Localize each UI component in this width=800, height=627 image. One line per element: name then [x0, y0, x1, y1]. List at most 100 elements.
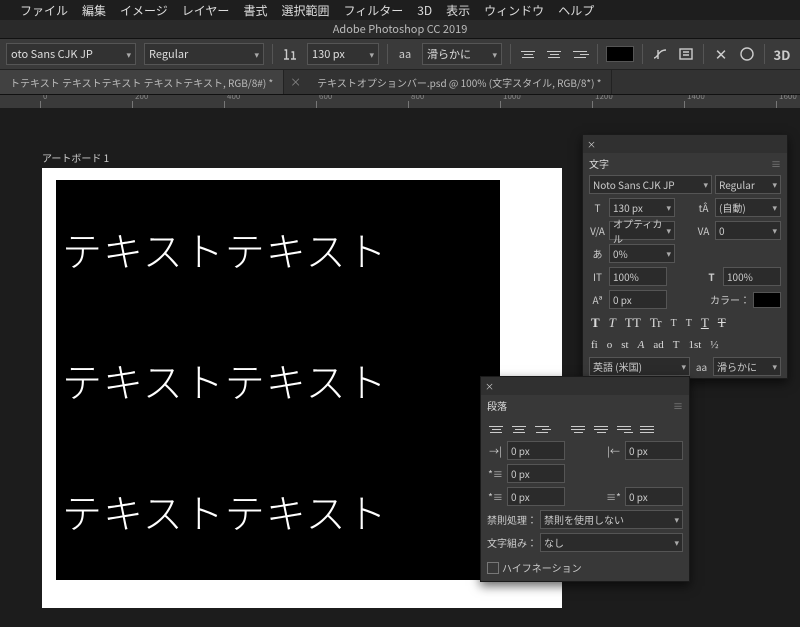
commit-icon[interactable] [738, 45, 756, 63]
separator [510, 44, 511, 64]
faux-bold[interactable]: T [591, 315, 600, 331]
char-tsume[interactable]: 0%▾ [609, 244, 675, 263]
faux-italic[interactable]: T [609, 315, 616, 331]
panel-header[interactable]: × [583, 135, 787, 153]
text-color-swatch[interactable] [606, 46, 634, 62]
font-size-select[interactable]: 130 px▾ [307, 43, 379, 65]
ruler-tick: 1400 [687, 95, 705, 102]
ot-ligatures[interactable]: fi [591, 339, 598, 351]
char-hscale[interactable]: 100% [723, 267, 781, 286]
ruler-tick: 1600 [779, 95, 797, 102]
char-font-style[interactable]: Regular▾ [715, 175, 781, 194]
ot-swash[interactable]: A [638, 339, 645, 351]
kinsoku-select[interactable]: 禁則を使用しない▾ [540, 510, 683, 529]
para-justify-all[interactable] [638, 421, 656, 437]
ot-contextual[interactable]: o [607, 339, 613, 351]
align-left-button[interactable] [519, 46, 537, 62]
menu-window[interactable]: ウィンドウ [484, 2, 544, 19]
para-align-right[interactable] [533, 421, 551, 437]
3d-button[interactable]: 3D [773, 45, 791, 63]
anti-alias-select[interactable]: 滑らかに▾ [422, 43, 502, 65]
panel-header[interactable]: × [481, 377, 689, 395]
all-caps[interactable]: TT [625, 315, 641, 331]
kinsoku-label: 禁則処理： [487, 512, 537, 527]
menu-select[interactable]: 選択範囲 [281, 2, 329, 19]
ot-ordinals[interactable]: 1st [688, 339, 701, 351]
ot-fractions[interactable]: ½ [710, 339, 718, 351]
anti-alias-value: 滑らかに [427, 46, 471, 62]
space-before[interactable]: 0 px [507, 487, 565, 506]
para-justify-left[interactable] [569, 421, 587, 437]
panel-tab-character[interactable]: 文字 [589, 156, 609, 171]
char-vscale[interactable]: 100% [609, 267, 667, 286]
ruler-tick: 0 [43, 95, 47, 102]
para-justify-right[interactable] [615, 421, 633, 437]
indent-first[interactable]: 0 px [507, 464, 565, 483]
mojikumi-select[interactable]: なし▾ [540, 533, 683, 552]
menu-type[interactable]: 書式 [243, 2, 267, 19]
menu-filter[interactable]: フィルター [343, 2, 403, 19]
underline[interactable]: T [701, 315, 709, 331]
font-style-value: Regular [149, 46, 188, 62]
chevron-down-icon: ▾ [254, 48, 259, 61]
ot-discretionary[interactable]: st [621, 339, 628, 351]
menu-file[interactable]: ファイル [20, 2, 68, 19]
anti-alias-icon: aa [693, 358, 710, 375]
para-justify-center[interactable] [592, 421, 610, 437]
char-size[interactable]: 130 px▾ [609, 198, 675, 217]
text-line: テキストテキスト [62, 482, 494, 540]
vscale-icon: IT [589, 268, 606, 285]
close-icon[interactable]: × [587, 138, 596, 151]
opentype-row: fi o st A ad T 1st ½ [583, 335, 787, 355]
close-icon[interactable]: × [485, 380, 494, 393]
align-center-button[interactable] [545, 46, 563, 62]
menu-edit[interactable]: 編集 [82, 2, 106, 19]
panel-menu-icon[interactable]: ≡ [673, 398, 683, 413]
panel-menu-icon[interactable]: ≡ [771, 156, 781, 171]
value: 0 px [511, 466, 530, 481]
char-anti-alias[interactable]: 滑らかに▾ [713, 357, 781, 376]
ot-titling[interactable]: T [673, 339, 680, 351]
para-align-left[interactable] [487, 421, 505, 437]
menu-help[interactable]: ヘルプ [558, 2, 594, 19]
menu-view[interactable]: 表示 [446, 2, 470, 19]
indent-left[interactable]: 0 px [507, 441, 565, 460]
hyphenation-checkbox[interactable] [487, 562, 499, 574]
text-layer[interactable]: テキストテキスト テキストテキスト テキストテキスト [56, 180, 500, 580]
char-leading[interactable]: (自動)▾ [715, 198, 781, 217]
font-size-icon [281, 45, 299, 63]
artboard-label[interactable]: アートボード 1 [42, 150, 109, 165]
small-caps[interactable]: Tr [650, 315, 662, 331]
menu-3d[interactable]: 3D [417, 2, 432, 19]
document-tab[interactable]: テキストオプションバー.psd @ 100% (文字スタイル, RGB/8*) … [307, 70, 612, 94]
character-panel-icon[interactable] [677, 45, 695, 63]
para-align-center[interactable] [510, 421, 528, 437]
separator [642, 44, 643, 64]
char-baseline[interactable]: 0 px [609, 290, 667, 309]
app-title-bar: Adobe Photoshop CC 2019 [0, 20, 800, 39]
font-family-select[interactable]: oto Sans CJK JP▾ [6, 43, 136, 65]
warp-text-icon[interactable] [651, 45, 669, 63]
value: 0 px [511, 443, 530, 458]
space-after[interactable]: 0 px [625, 487, 683, 506]
menu-image[interactable]: イメージ [120, 2, 168, 19]
char-kerning[interactable]: オプティカル▾ [609, 221, 675, 240]
indent-right[interactable]: 0 px [625, 441, 683, 460]
menu-layer[interactable]: レイヤー [182, 2, 230, 19]
ot-stylistic[interactable]: ad [653, 339, 663, 351]
char-tracking[interactable]: 0▾ [715, 221, 781, 240]
char-font-family[interactable]: Noto Sans CJK JP▾ [589, 175, 712, 194]
strikethrough[interactable]: T [718, 315, 726, 331]
superscript[interactable]: T [671, 318, 677, 329]
tab-close-icon[interactable]: × [284, 74, 307, 90]
align-right-button[interactable] [571, 46, 589, 62]
value: 0 [719, 223, 725, 238]
cancel-icon[interactable]: ✕ [712, 45, 730, 63]
paragraph-panel: × 段落 ≡ →| 0 px |← 0 px *≡ 0 px *≡ 0 px ≡… [480, 376, 690, 582]
subscript[interactable]: T [686, 318, 692, 329]
document-tab[interactable]: トテキスト テキストテキスト テキストテキスト, RGB/8#) * [0, 70, 284, 94]
char-color-swatch[interactable] [753, 292, 781, 308]
panel-tab-paragraph[interactable]: 段落 [487, 398, 507, 413]
font-style-select[interactable]: Regular ▾ [144, 43, 264, 65]
char-language[interactable]: 英語 (米国)▾ [589, 357, 690, 376]
